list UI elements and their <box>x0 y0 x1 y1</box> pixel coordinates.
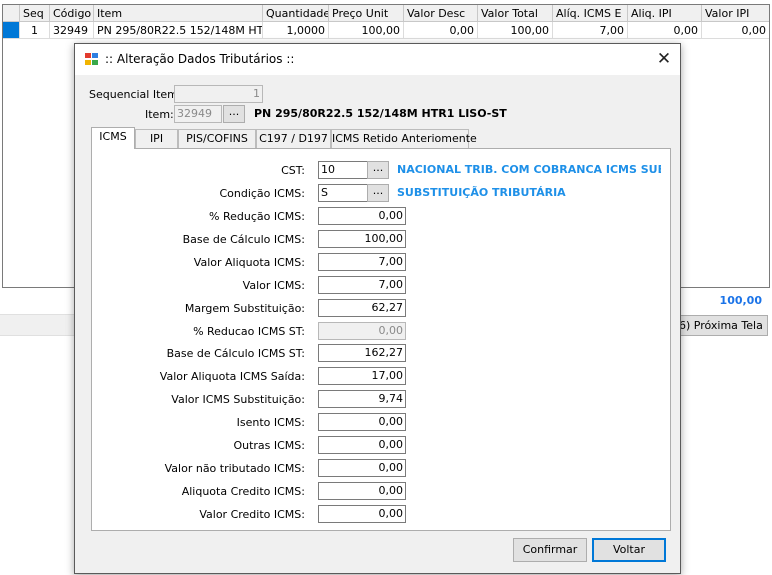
grid-header-indicator <box>3 5 20 22</box>
item-description: PN 295/80R22.5 152/148M HTR1 LISO-ST <box>254 107 507 120</box>
field-label: Valor ICMS: <box>242 279 305 292</box>
cond-icms-label: Condição ICMS: <box>219 187 305 200</box>
field-input[interactable]: 0,00 <box>318 482 406 500</box>
icms-tab-panel: CST: 10 ... NACIONAL TRIB. COM COBRANCA … <box>91 148 671 531</box>
grid-total-value: 100,00 <box>719 294 762 307</box>
dialog-titlebar[interactable]: :: Alteração Dados Tributários :: ✕ <box>75 44 680 75</box>
cell-valor-desc: 0,00 <box>404 22 478 39</box>
grid-header-aliq-ipi[interactable]: Aliq. IPI <box>628 5 702 22</box>
item-lookup-button[interactable]: ... <box>223 105 245 123</box>
cond-icms-description: SUBSTITUIÇÃO TRIBUTÁRIA <box>397 186 566 199</box>
grid-header: Seq Código Item Quantidade Preço Unit Va… <box>3 5 769 22</box>
tab-ipi[interactable]: IPI <box>135 129 178 148</box>
field-label: Base de Cálculo ICMS ST: <box>166 347 305 360</box>
grid-header-valor-desc[interactable]: Valor Desc <box>404 5 478 22</box>
field-label: Isento ICMS: <box>236 416 305 429</box>
field-input[interactable]: 7,00 <box>318 276 406 294</box>
cst-description: NACIONAL TRIB. COM COBRANCA ICMS SUB. T <box>397 163 661 176</box>
cell-aliq-icms: 7,00 <box>553 22 628 39</box>
cond-icms-field[interactable]: S <box>318 184 368 202</box>
dialog-title: :: Alteração Dados Tributários :: <box>105 52 295 66</box>
field-input[interactable]: 9,74 <box>318 390 406 408</box>
cst-field[interactable]: 10 <box>318 161 368 179</box>
field-input[interactable]: 0,00 <box>318 322 406 340</box>
grid-header-valor-total[interactable]: Valor Total <box>478 5 553 22</box>
field-label: Valor não tributado ICMS: <box>164 462 305 475</box>
item-code-field[interactable]: 32949 <box>174 105 222 123</box>
cell-quantidade: 1,0000 <box>263 22 329 39</box>
close-icon[interactable]: ✕ <box>648 44 680 75</box>
field-label: Valor ICMS Substituição: <box>171 393 305 406</box>
next-screen-button[interactable]: 6) Próxima Tela <box>672 315 768 336</box>
field-input[interactable]: 0,00 <box>318 436 406 454</box>
cell-aliq-ipi: 0,00 <box>628 22 702 39</box>
field-label: Valor Aliquota ICMS: <box>193 256 305 269</box>
field-input[interactable]: 0,00 <box>318 505 406 523</box>
item-label: Item: <box>145 108 174 121</box>
field-input[interactable]: 0,00 <box>318 459 406 477</box>
grid-header-quantidade[interactable]: Quantidade <box>263 5 329 22</box>
tab-icms[interactable]: ICMS <box>91 127 135 149</box>
table-row[interactable]: 1 32949 PN 295/80R22.5 152/148M HT... 1,… <box>3 22 769 39</box>
seq-item-label: Sequencial Item: <box>89 88 182 101</box>
field-input[interactable]: 0,00 <box>318 413 406 431</box>
field-label: Valor Aliquota ICMS Saída: <box>159 370 305 383</box>
tab-icms-retido[interactable]: ICMS Retido Anteriomente <box>331 129 477 148</box>
cell-item: PN 295/80R22.5 152/148M HT... <box>94 22 263 39</box>
field-label: Margem Substituição: <box>184 302 305 315</box>
grid-header-seq[interactable]: Seq <box>20 5 50 22</box>
row-selector[interactable] <box>3 22 20 39</box>
field-input[interactable]: 0,00 <box>318 207 406 225</box>
cell-valor-ipi: 0,00 <box>702 22 769 39</box>
field-label: % Redução ICMS: <box>209 210 305 223</box>
field-label: Base de Cálculo ICMS: <box>182 233 305 246</box>
field-label: Outras ICMS: <box>233 439 305 452</box>
grid-header-item[interactable]: Item <box>94 5 263 22</box>
confirm-button[interactable]: Confirmar <box>513 538 587 562</box>
cond-icms-lookup-button[interactable]: ... <box>367 184 389 202</box>
cell-valor-total: 100,00 <box>478 22 553 39</box>
app-icon <box>85 53 99 66</box>
field-input[interactable]: 7,00 <box>318 253 406 271</box>
tab-c197-d197[interactable]: C197 / D197 <box>256 129 331 148</box>
field-label: Valor Credito ICMS: <box>199 508 305 521</box>
field-input[interactable]: 162,27 <box>318 344 406 362</box>
cell-seq: 1 <box>20 22 50 39</box>
back-button[interactable]: Voltar <box>592 538 666 562</box>
grid-header-valor-ipi[interactable]: Valor IPI <box>702 5 769 22</box>
field-input[interactable]: 100,00 <box>318 230 406 248</box>
cell-codigo: 32949 <box>50 22 94 39</box>
field-input[interactable]: 62,27 <box>318 299 406 317</box>
cst-lookup-button[interactable]: ... <box>367 161 389 179</box>
field-label: Aliquota Credito ICMS: <box>181 485 305 498</box>
grid-header-preco-unit[interactable]: Preço Unit <box>329 5 404 22</box>
grid-header-aliq-icms[interactable]: Alíq. ICMS E <box>553 5 628 22</box>
tab-pis-cofins[interactable]: PIS/COFINS <box>178 129 256 148</box>
grid-header-codigo[interactable]: Código <box>50 5 94 22</box>
field-label: % Reducao ICMS ST: <box>193 325 305 338</box>
cell-preco-unit: 100,00 <box>329 22 404 39</box>
seq-item-field[interactable]: 1 <box>174 85 263 103</box>
cst-label: CST: <box>281 164 305 177</box>
field-input[interactable]: 17,00 <box>318 367 406 385</box>
tax-data-dialog: :: Alteração Dados Tributários :: ✕ Sequ… <box>74 43 681 574</box>
